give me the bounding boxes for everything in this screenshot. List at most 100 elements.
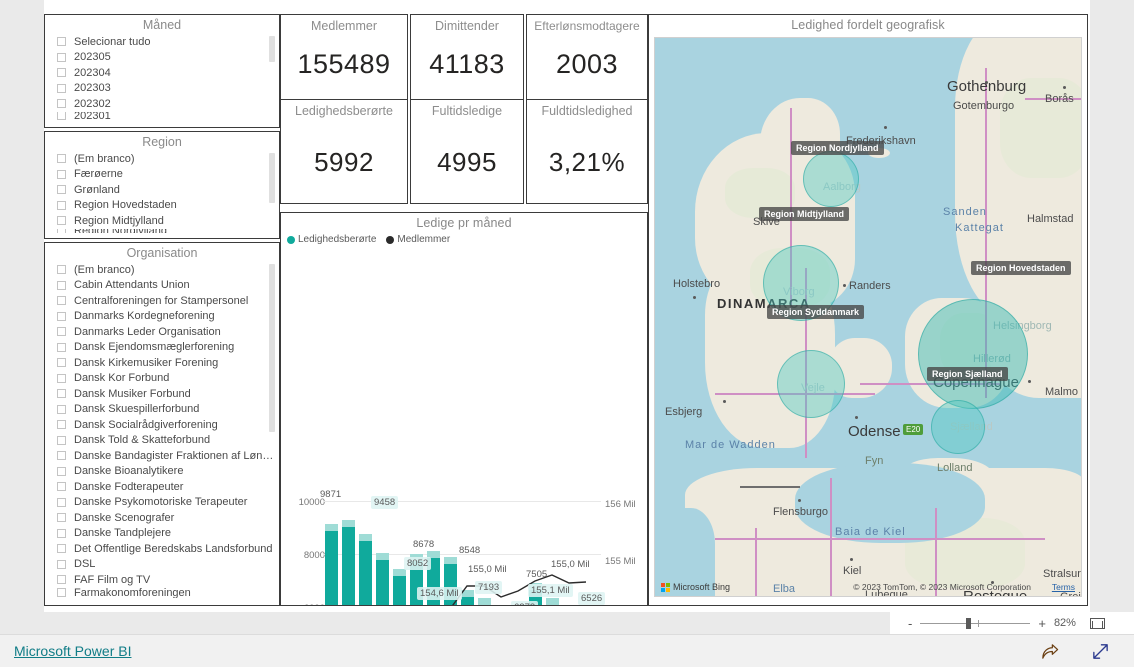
slicer-item[interactable]: (Em branco): [57, 262, 279, 278]
card-dimittender[interactable]: Dimittender 41183: [410, 14, 524, 106]
slicer-region-list[interactable]: (Em branco) Færøerne Grønland Region Hov…: [45, 151, 279, 235]
card-ledighedsberorte[interactable]: Ledighedsberørte 5992: [280, 99, 408, 204]
map-bubble-sjaelland[interactable]: [931, 400, 985, 454]
checkbox-icon[interactable]: [57, 311, 66, 321]
slicer-item[interactable]: Danske Fodterapeuter: [57, 479, 279, 495]
card-fuldtidsledighed[interactable]: Fuldtidsledighed 3,21%: [526, 99, 648, 204]
slicer-item[interactable]: Farmakonomforeningen: [57, 588, 279, 598]
slicer-item[interactable]: Dansk Kor Forbund: [57, 371, 279, 387]
checkbox-icon[interactable]: [57, 99, 66, 109]
slicer-region-scrollbar[interactable]: [269, 153, 275, 203]
zoom-toolbar[interactable]: - + 82%: [890, 612, 1134, 634]
region-tag-nordjylland[interactable]: Region Nordjylland: [791, 141, 884, 155]
slicer-item[interactable]: Region Nordjylland: [57, 228, 279, 233]
slicer-item[interactable]: Centralforeningen for Stampersonel: [57, 293, 279, 309]
checkbox-icon[interactable]: [57, 169, 66, 179]
slicer-item[interactable]: 202301: [57, 111, 279, 120]
slicer-item[interactable]: Selecionar tudo: [57, 34, 279, 50]
slicer-item[interactable]: Dansk Musiker Forbund: [57, 386, 279, 402]
slicer-maaned[interactable]: Måned Selecionar tudo 202305 202304 2023…: [44, 14, 280, 128]
map-canvas[interactable]: Sanden Kattegat Mar de Wadden Baia de Ki…: [654, 37, 1082, 597]
map-ledighed-geografisk[interactable]: Ledighed fordelt geografisk Sanden Katte…: [648, 14, 1088, 606]
card-medlemmer[interactable]: Medlemmer 155489: [280, 14, 408, 106]
slicer-region[interactable]: Region (Em branco) Færøerne Grønland Reg…: [44, 131, 280, 239]
checkbox-icon[interactable]: [57, 228, 66, 233]
slicer-item[interactable]: Danske Bioanalytikere: [57, 464, 279, 480]
slicer-maaned-list[interactable]: Selecionar tudo 202305 202304 202303 202…: [45, 34, 279, 124]
region-tag-syddanmark[interactable]: Region Syddanmark: [767, 305, 865, 319]
slicer-item[interactable]: Dansk Ejendomsmæglerforening: [57, 340, 279, 356]
checkbox-icon[interactable]: [57, 68, 66, 78]
checkbox-icon[interactable]: [57, 200, 66, 210]
slicer-item[interactable]: Danske Psykomotoriske Terapeuter: [57, 495, 279, 511]
checkbox-icon[interactable]: [57, 111, 66, 120]
slicer-item[interactable]: Færøerne: [57, 167, 279, 183]
checkbox-icon[interactable]: [57, 358, 66, 368]
checkbox-icon[interactable]: [57, 216, 66, 226]
slicer-item[interactable]: 202305: [57, 50, 279, 66]
fit-to-page-icon[interactable]: [1089, 617, 1105, 629]
checkbox-icon[interactable]: [57, 342, 66, 352]
card-efterlonsmodtagere[interactable]: Efterlønsmodtagere 2003: [526, 14, 648, 106]
region-tag-midtjylland[interactable]: Region Midtjylland: [759, 207, 849, 221]
checkbox-icon[interactable]: [57, 373, 66, 383]
checkbox-icon[interactable]: [57, 52, 66, 62]
checkbox-icon[interactable]: [57, 513, 66, 523]
checkbox-icon[interactable]: [57, 327, 66, 337]
region-tag-sjaelland[interactable]: Region Sjælland: [927, 367, 1008, 381]
checkbox-icon[interactable]: [57, 482, 66, 492]
slicer-item[interactable]: Dansk Kirkemusiker Forening: [57, 355, 279, 371]
region-tag-hovedstaden[interactable]: Region Hovedstaden: [971, 261, 1071, 275]
slicer-item[interactable]: Danmarks Kordegneforening: [57, 309, 279, 325]
slicer-item[interactable]: Grønland: [57, 182, 279, 198]
slicer-organisation-list[interactable]: (Em branco) Cabin Attendants Union Centr…: [45, 262, 279, 602]
chart-ledige-pr-maaned[interactable]: Ledige pr måned Ledighedsberørte Medlemm…: [280, 212, 648, 606]
slicer-item[interactable]: DSL: [57, 557, 279, 573]
slicer-item[interactable]: Cabin Attendants Union: [57, 278, 279, 294]
powerbi-brand-link[interactable]: Microsoft Power BI: [14, 643, 131, 659]
slicer-item[interactable]: FAF Film og TV: [57, 572, 279, 588]
checkbox-icon[interactable]: [57, 280, 66, 290]
zoom-slider-thumb[interactable]: [966, 617, 972, 629]
checkbox-icon[interactable]: [57, 544, 66, 554]
checkbox-icon[interactable]: [57, 528, 66, 538]
map-bubble-syddanmark[interactable]: [777, 350, 845, 418]
slicer-item[interactable]: Danske Scenografer: [57, 510, 279, 526]
slicer-item[interactable]: Det Offentlige Beredskabs Landsforbund: [57, 541, 279, 557]
checkbox-icon[interactable]: [57, 466, 66, 476]
legend-item-medlemmer[interactable]: Medlemmer: [386, 234, 450, 245]
slicer-item[interactable]: (Em branco): [57, 151, 279, 167]
zoom-in-button[interactable]: +: [1038, 617, 1046, 630]
checkbox-icon[interactable]: [57, 404, 66, 414]
share-icon[interactable]: [1040, 642, 1059, 661]
checkbox-icon[interactable]: [57, 83, 66, 93]
checkbox-icon[interactable]: [57, 497, 66, 507]
checkbox-icon[interactable]: [57, 185, 66, 195]
checkbox-icon[interactable]: [57, 296, 66, 306]
slicer-maaned-scrollbar[interactable]: [269, 36, 275, 62]
map-bubble-hovedstaden[interactable]: [918, 299, 1028, 409]
expand-icon[interactable]: [1091, 642, 1110, 661]
map-bubble-nordjylland[interactable]: [803, 151, 859, 207]
slicer-item[interactable]: Dansk Socialrådgiverforening: [57, 417, 279, 433]
slicer-item[interactable]: Region Midtjylland: [57, 213, 279, 229]
slicer-item[interactable]: 202303: [57, 81, 279, 97]
slicer-item[interactable]: Danske Tandplejere: [57, 526, 279, 542]
checkbox-icon[interactable]: [57, 588, 66, 597]
checkbox-icon[interactable]: [57, 265, 66, 275]
checkbox-icon[interactable]: [57, 37, 66, 47]
slicer-organisation-scrollbar[interactable]: [269, 264, 275, 432]
card-fultidsledige[interactable]: Fultidsledige 4995: [410, 99, 524, 204]
slicer-item[interactable]: Region Hovedstaden: [57, 198, 279, 214]
slicer-item[interactable]: Dansk Skuespillerforbund: [57, 402, 279, 418]
slicer-item[interactable]: 202304: [57, 65, 279, 81]
slicer-item[interactable]: Danske Bandagister Fraktionen af Løn…: [57, 448, 279, 464]
slicer-organisation[interactable]: Organisation (Em branco) Cabin Attendant…: [44, 242, 280, 606]
slicer-item[interactable]: Dansk Told & Skatteforbund: [57, 433, 279, 449]
map-terms-link[interactable]: Terms: [1052, 582, 1075, 592]
checkbox-icon[interactable]: [57, 420, 66, 430]
legend-item-ledighedsberorte[interactable]: Ledighedsberørte: [287, 234, 376, 245]
checkbox-icon[interactable]: [57, 389, 66, 399]
checkbox-icon[interactable]: [57, 559, 66, 569]
checkbox-icon[interactable]: [57, 575, 66, 585]
